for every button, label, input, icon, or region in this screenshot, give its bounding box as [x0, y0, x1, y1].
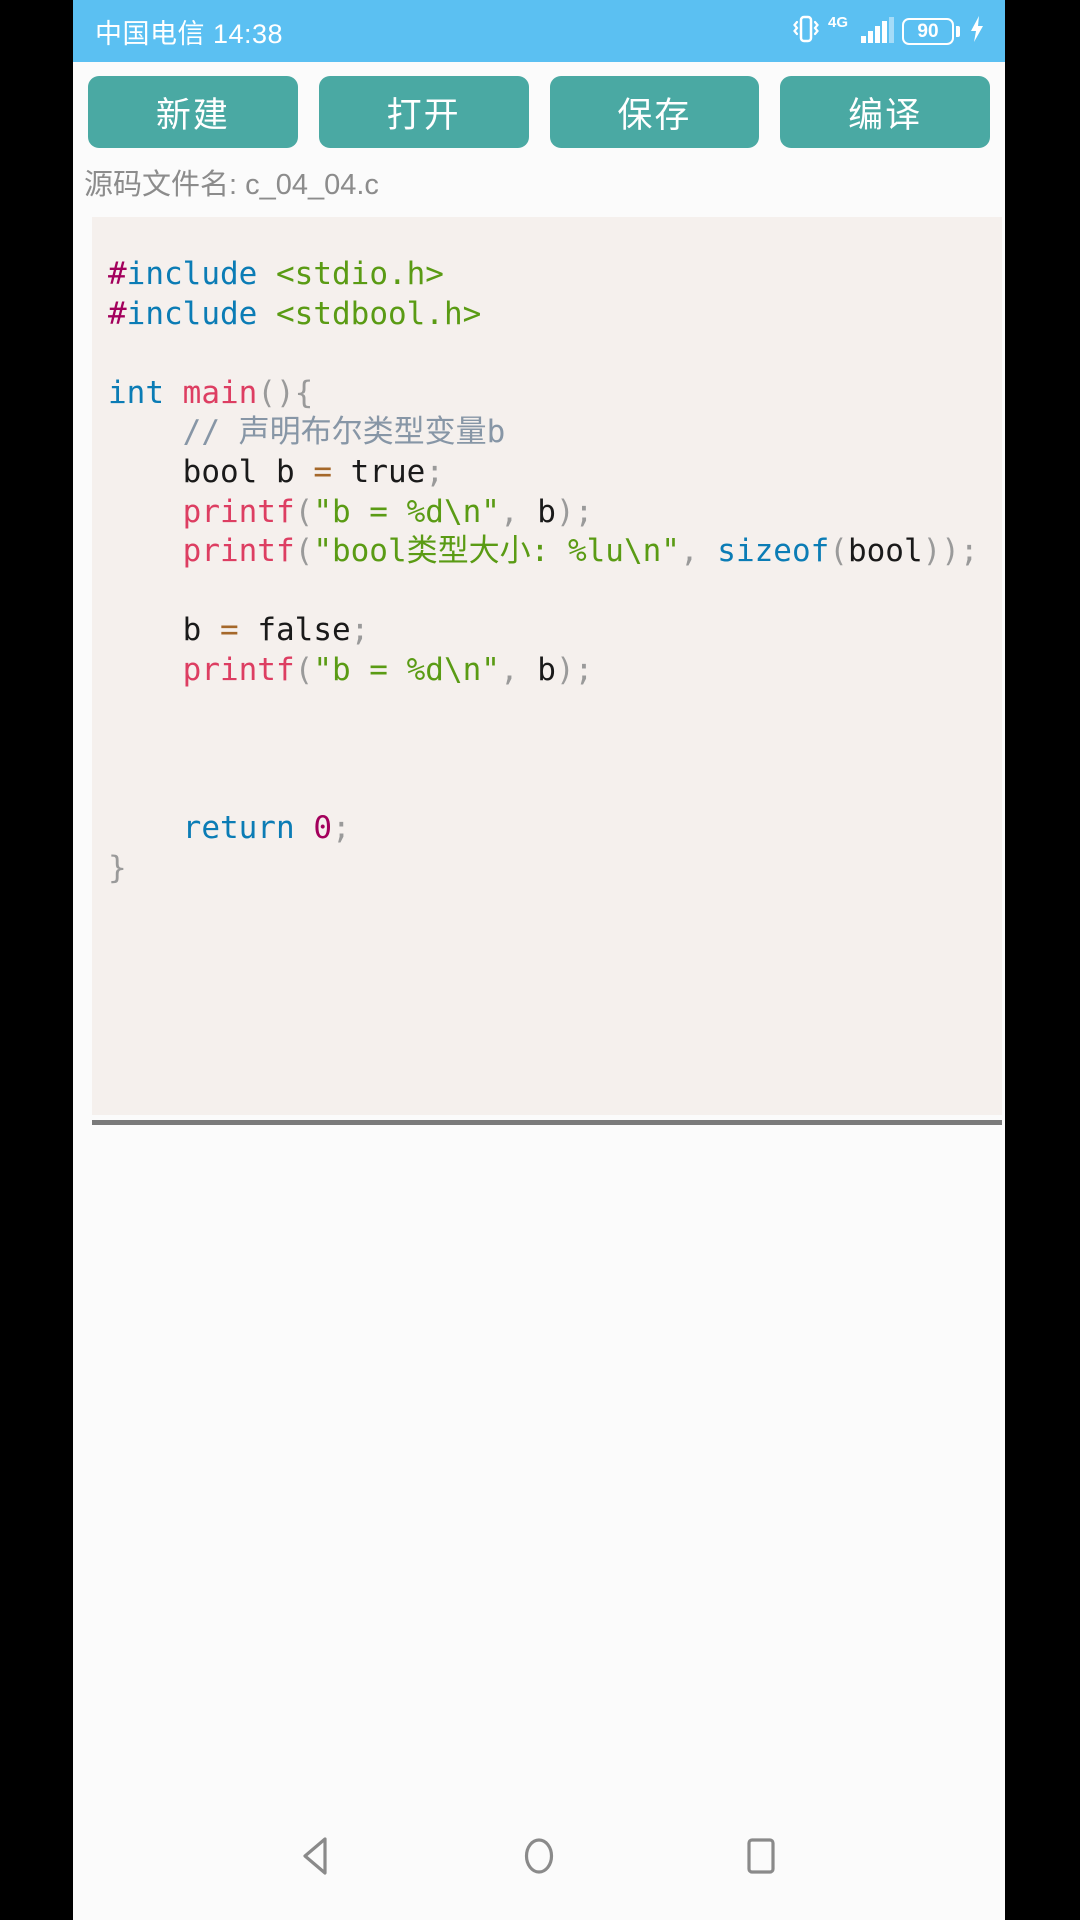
status-bar: 中国电信 14:38 4G 90: [73, 0, 1005, 62]
compile-output-pane[interactable]: [73, 1125, 1005, 1792]
recents-square-icon: [747, 1838, 775, 1874]
source-filename-row: 源码文件名: c_04_04.c: [73, 148, 1005, 217]
nav-recents-button[interactable]: [724, 1819, 798, 1893]
signal-bars-icon: [861, 13, 895, 50]
nav-home-button[interactable]: [502, 1819, 576, 1893]
source-filename-label: 源码文件名:: [84, 169, 238, 201]
editor-container: #include <stdio.h> #include <stdbool.h> …: [73, 217, 1005, 1115]
battery-level-label: 90: [917, 20, 939, 42]
network-4g-icon: 4G: [828, 13, 854, 50]
carrier-and-clock: 中国电信 14:38: [95, 18, 284, 49]
code-editor[interactable]: #include <stdio.h> #include <stdbool.h> …: [92, 217, 1002, 1115]
android-nav-bar: [73, 1792, 1005, 1920]
battery-icon: 90: [902, 17, 960, 45]
source-code[interactable]: #include <stdio.h> #include <stdbool.h> …: [108, 255, 992, 889]
action-toolbar: 新建 打开 保存 编译: [73, 62, 1005, 148]
open-button[interactable]: 打开: [318, 76, 529, 148]
svg-text:4G: 4G: [828, 14, 848, 31]
back-triangle-icon: [303, 1837, 327, 1875]
nav-back-button[interactable]: [280, 1819, 354, 1893]
status-icons: 4G 90: [791, 13, 987, 50]
source-filename-value: c_04_04.c: [245, 169, 379, 201]
vibrate-icon: [791, 13, 821, 50]
phone-screen: 中国电信 14:38 4G 90 新建 打开 保存 编译 源码文件名: c_04…: [73, 0, 1005, 1920]
compile-button[interactable]: 编译: [780, 76, 990, 148]
charging-bolt-icon: [967, 13, 987, 50]
new-button[interactable]: 新建: [88, 76, 298, 148]
home-circle-icon: [524, 1838, 554, 1874]
save-button[interactable]: 保存: [549, 76, 760, 148]
